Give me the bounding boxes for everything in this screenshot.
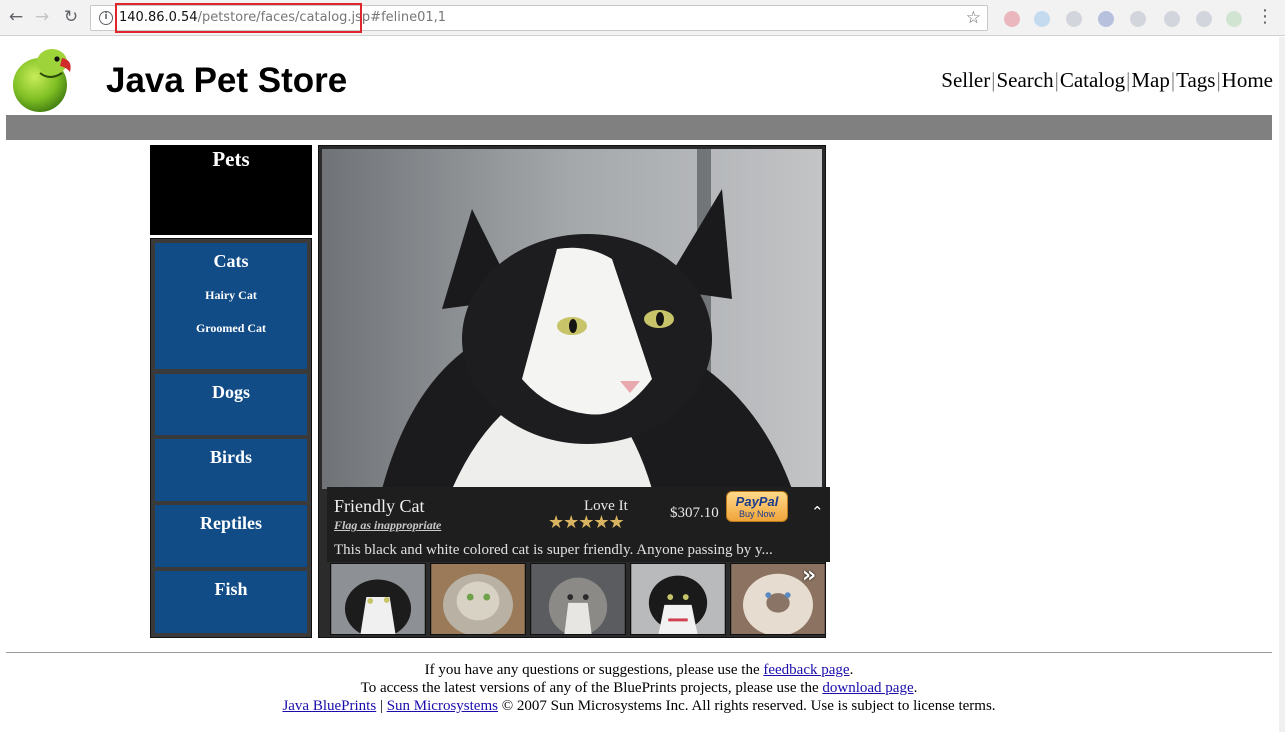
footer-text: If you have any questions or suggestions…	[424, 662, 764, 678]
thumbnail-strip	[330, 563, 826, 636]
footer-text: .	[849, 662, 854, 678]
copyright-text: © 2007 Sun Microsystems Inc. All rights …	[497, 698, 996, 714]
top-navigation: Seller|Search|Catalog|Map|Tags|Home	[941, 68, 1273, 93]
extension-icon[interactable]	[1066, 11, 1082, 27]
subcategory-groomed-cat[interactable]: Groomed Cat	[155, 321, 307, 336]
extension-icon[interactable]	[1164, 11, 1180, 27]
extension-icon[interactable]	[1130, 11, 1146, 27]
browser-toolbar: ← → ↻ i 140.86.0.54/petstore/faces/catal…	[0, 0, 1285, 36]
pet-price: $307.10	[670, 505, 719, 521]
site-info-icon[interactable]: i	[99, 11, 113, 25]
thumbnail-black-white-cat[interactable]	[630, 563, 726, 635]
category-cats[interactable]: Cats Hairy Cat Groomed Cat	[155, 243, 307, 369]
nav-catalog-link[interactable]: Catalog	[1060, 68, 1125, 92]
extension-icon[interactable]	[1098, 11, 1114, 27]
nav-separator: |	[991, 68, 996, 92]
nav-separator: |	[1126, 68, 1131, 92]
nav-separator: |	[1216, 68, 1221, 92]
nav-separator: |	[1054, 68, 1059, 92]
category-label[interactable]: Dogs	[155, 374, 307, 403]
collapse-chevron-up-icon[interactable]: ⌃	[811, 503, 824, 521]
category-birds[interactable]: Birds	[155, 439, 307, 501]
url-hash: #feline01,1	[370, 10, 447, 25]
thumbnail-gray-tabby[interactable]	[530, 563, 626, 635]
main-pet-photo[interactable]	[322, 149, 822, 489]
reload-icon[interactable]: ↻	[60, 6, 82, 28]
category-label[interactable]: Reptiles	[155, 505, 307, 534]
feedback-page-link[interactable]: feedback page	[763, 662, 849, 678]
pets-heading: Pets	[150, 145, 312, 235]
java-blueprints-link[interactable]: Java BluePrints	[282, 698, 376, 714]
thumbnail-long-haired-tabby[interactable]	[430, 563, 526, 635]
next-thumbnails-chevron-icon[interactable]: »	[802, 563, 816, 588]
category-fish[interactable]: Fish	[155, 571, 307, 633]
extension-icon[interactable]	[1226, 11, 1242, 27]
extension-icon[interactable]	[1004, 11, 1020, 27]
footer-text: To access the latest versions of any of …	[360, 680, 823, 696]
download-page-link[interactable]: download page	[822, 680, 913, 696]
buy-now-label: Buy Now	[738, 509, 775, 519]
footer-separator: |	[376, 698, 387, 714]
bookmark-star-icon[interactable]: ☆	[966, 8, 981, 28]
category-reptiles[interactable]: Reptiles	[155, 505, 307, 567]
category-label[interactable]: Birds	[155, 439, 307, 468]
url-highlight-box	[115, 3, 362, 33]
paypal-logo: PayPal	[735, 494, 779, 509]
pet-name: Friendly Cat	[334, 496, 425, 516]
sun-microsystems-link[interactable]: Sun Microsystems	[387, 698, 498, 714]
pet-info-bar: Friendly Cat Flag as inappropriate Love …	[327, 487, 830, 562]
forward-arrow-icon[interactable]: →	[31, 6, 53, 28]
footer-line-download: To access the latest versions of any of …	[0, 680, 1278, 697]
nav-home-link[interactable]: Home	[1222, 68, 1273, 92]
footer-divider	[6, 652, 1272, 653]
parrot-logo-icon[interactable]	[10, 45, 74, 113]
browser-menu-icon[interactable]: ⋮	[1256, 6, 1274, 27]
nav-search-link[interactable]: Search	[996, 68, 1053, 92]
back-arrow-icon[interactable]: ←	[5, 6, 27, 28]
header-divider-bar	[6, 115, 1272, 140]
subcategory-hairy-cat[interactable]: Hairy Cat	[155, 288, 307, 303]
pet-description: This black and white colored cat is supe…	[334, 542, 773, 558]
footer-text: .	[913, 680, 918, 696]
footer-line-copyright: Java BluePrints | Sun Microsystems © 200…	[0, 698, 1278, 715]
nav-seller-link[interactable]: Seller	[941, 68, 990, 92]
category-label[interactable]: Cats	[155, 243, 307, 272]
rating-stars[interactable]: ★★★★★	[548, 512, 625, 533]
extension-icon[interactable]	[1034, 11, 1050, 27]
nav-map-link[interactable]: Map	[1131, 68, 1170, 92]
flag-inappropriate-link[interactable]: Flag as inappropriate	[334, 518, 441, 533]
nav-tags-link[interactable]: Tags	[1176, 68, 1215, 92]
extension-icon[interactable]	[1196, 11, 1212, 27]
thumbnail-tuxedo-cat[interactable]	[330, 563, 426, 635]
paypal-buy-now-button[interactable]: PayPal Buy Now	[726, 491, 788, 522]
category-label[interactable]: Fish	[155, 571, 307, 600]
page-scrollbar[interactable]	[1279, 37, 1285, 732]
category-dogs[interactable]: Dogs	[155, 374, 307, 435]
footer-line-feedback: If you have any questions or suggestions…	[0, 662, 1278, 679]
category-panel: Cats Hairy Cat Groomed Cat Dogs Birds Re…	[150, 238, 312, 638]
pet-viewer	[318, 145, 826, 638]
nav-separator: |	[1170, 68, 1176, 92]
site-title: Java Pet Store	[106, 61, 348, 100]
